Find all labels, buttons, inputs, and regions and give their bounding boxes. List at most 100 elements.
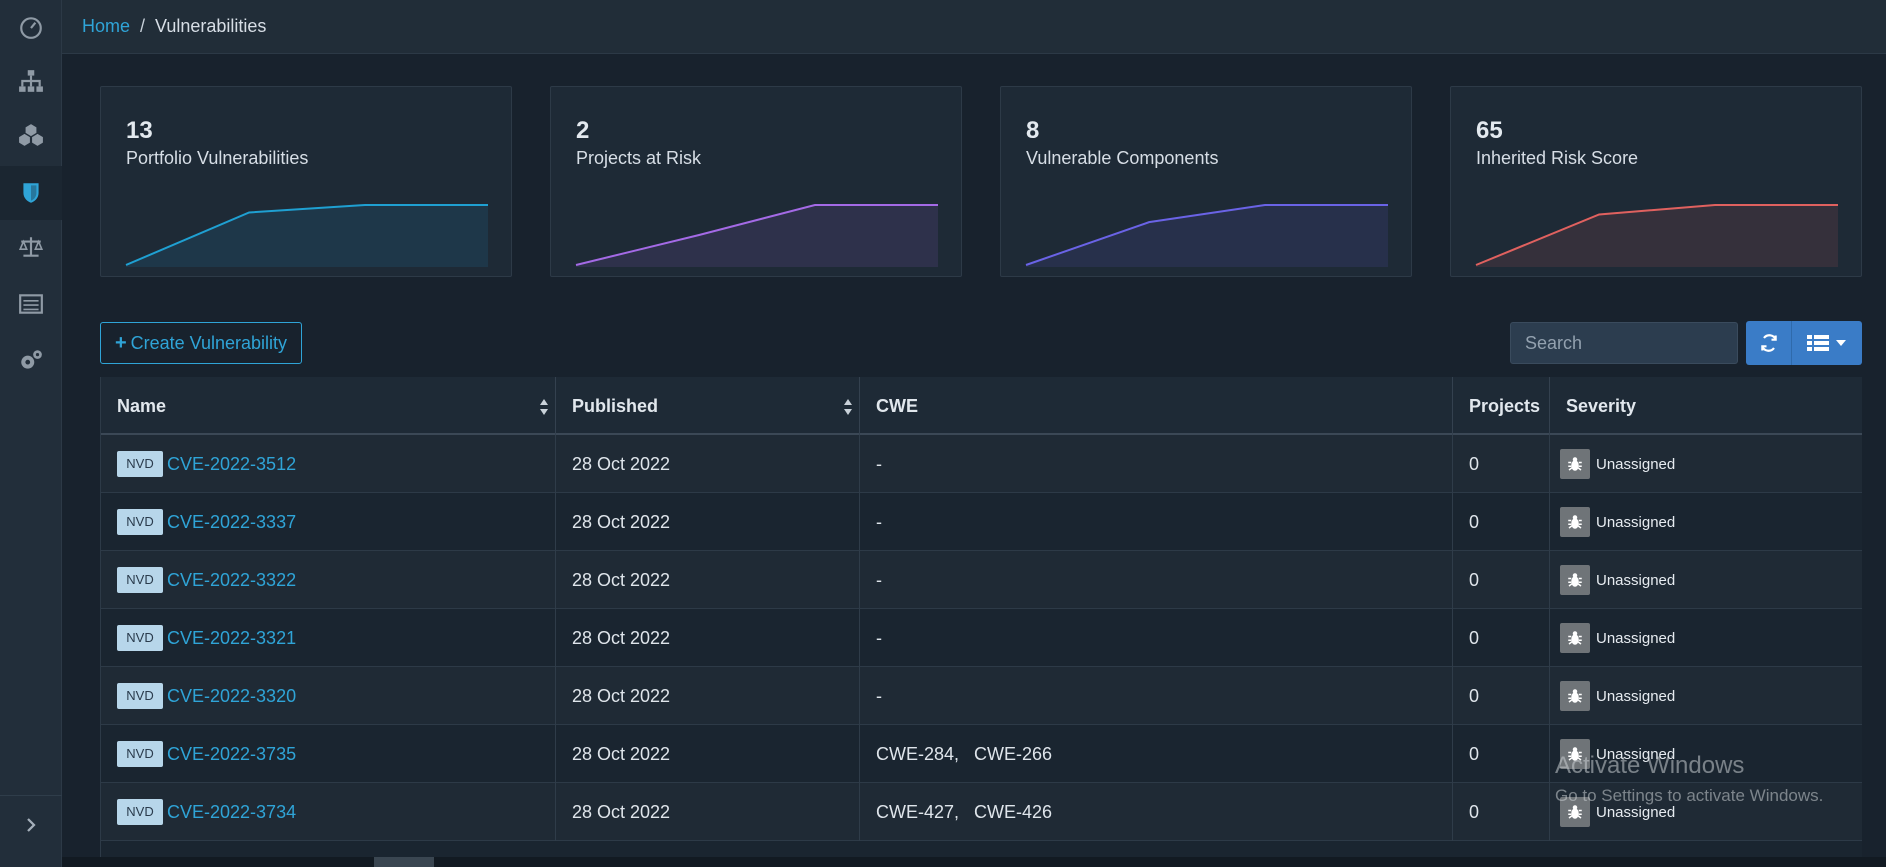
cve-link[interactable]: CVE-2022-3734	[167, 802, 296, 823]
column-header-label: Name	[117, 395, 167, 416]
severity-cell: Unassigned	[1550, 435, 1862, 493]
plus-icon: +	[114, 331, 127, 354]
column-header-severity[interactable]: Severity	[1550, 377, 1862, 435]
bug-icon	[1560, 507, 1590, 537]
columns-toggle-button[interactable]	[1792, 321, 1862, 365]
sidebar-divider	[0, 795, 62, 796]
card-projects-at-risk: 2 Projects at Risk	[550, 86, 962, 277]
sidebar-item-projects[interactable]	[0, 54, 62, 108]
name-cell: NVD CVE-2022-3512	[101, 435, 556, 493]
card-value: 2	[576, 117, 590, 144]
table-row[interactable]: NVD CVE-2022-3322 28 Oct 2022 - 0 Unassig…	[101, 551, 1862, 609]
name-cell: NVD CVE-2022-3321	[101, 609, 556, 667]
cve-link[interactable]: CVE-2022-3321	[167, 628, 296, 649]
breadcrumb: Home / Vulnerabilities	[62, 0, 1886, 54]
taskbar-item[interactable]	[374, 857, 434, 867]
caret-down-icon	[1836, 340, 1846, 346]
column-header-name[interactable]: Name	[101, 377, 556, 435]
severity-cell: Unassigned	[1550, 609, 1862, 667]
projects-cell: 0	[1453, 493, 1550, 551]
table-toolbar-buttons	[1746, 321, 1862, 365]
sidebar	[0, 0, 62, 867]
card-inherited-risk-score: 65 Inherited Risk Score	[1450, 86, 1862, 277]
cwe-cell: CWE-427, CWE-426	[860, 783, 1453, 841]
projects-cell: 0	[1453, 725, 1550, 783]
create-vulnerability-label: Create Vulnerability	[130, 332, 288, 353]
sparkline-area	[1476, 205, 1838, 267]
bug-icon	[1560, 449, 1590, 479]
sidebar-item-dashboard[interactable]	[0, 0, 62, 54]
trend-sparkline	[1025, 204, 1388, 267]
source-badge: NVD	[117, 799, 163, 825]
table-header: Name Published CWE Projects Severity	[101, 377, 1862, 435]
trend-sparkline	[125, 204, 488, 267]
card-label: Inherited Risk Score	[1476, 148, 1639, 168]
activate-windows-watermark-title: Activate Windows	[1555, 752, 1745, 779]
cwe-cell: -	[860, 435, 1453, 493]
severity-label: Unassigned	[1596, 803, 1676, 821]
severity-label: Unassigned	[1596, 455, 1676, 473]
published-cell: 28 Oct 2022	[556, 725, 860, 783]
projects-cell: 0	[1453, 609, 1550, 667]
card-value: 13	[126, 117, 153, 144]
table-row[interactable]: NVD CVE-2022-3320 28 Oct 2022 - 0 Unassig…	[101, 667, 1862, 725]
refresh-button[interactable]	[1746, 321, 1792, 365]
severity-cell: Unassigned	[1550, 667, 1862, 725]
search-input[interactable]	[1510, 322, 1738, 364]
published-cell: 28 Oct 2022	[556, 435, 860, 493]
activate-windows-watermark-subtitle: Go to Settings to activate Windows.	[1555, 786, 1824, 805]
chevron-right-icon	[27, 818, 36, 832]
column-header-published[interactable]: Published	[556, 377, 860, 435]
cwe-cell: -	[860, 493, 1453, 551]
column-header-projects[interactable]: Projects	[1453, 377, 1550, 435]
breadcrumb-separator: /	[140, 16, 146, 36]
card-value: 8	[1026, 117, 1040, 144]
cve-link[interactable]: CVE-2022-3735	[167, 744, 296, 765]
cve-link[interactable]: CVE-2022-3320	[167, 686, 296, 707]
column-header-cwe[interactable]: CWE	[860, 377, 1453, 435]
severity-cell: Unassigned	[1550, 493, 1862, 551]
name-cell: NVD CVE-2022-3734	[101, 783, 556, 841]
cve-link[interactable]: CVE-2022-3337	[167, 512, 296, 533]
published-cell: 28 Oct 2022	[556, 783, 860, 841]
column-header-label: Severity	[1566, 395, 1637, 416]
projects-cell: 0	[1453, 667, 1550, 725]
card-value: 65	[1476, 117, 1503, 144]
published-cell: 28 Oct 2022	[556, 493, 860, 551]
sparkline-area	[126, 205, 488, 267]
sidebar-item-administration[interactable]	[0, 333, 62, 387]
cve-link[interactable]: CVE-2022-3322	[167, 570, 296, 591]
refresh-icon	[1760, 334, 1777, 352]
bug-icon	[1560, 565, 1590, 595]
projects-hierarchy-icon	[19, 70, 43, 92]
sidebar-item-licenses[interactable]	[0, 220, 62, 274]
source-badge: NVD	[117, 451, 163, 477]
table-row[interactable]: NVD CVE-2022-3321 28 Oct 2022 - 0 Unassig…	[101, 609, 1862, 667]
projects-cell: 0	[1453, 435, 1550, 493]
name-cell: NVD CVE-2022-3735	[101, 725, 556, 783]
sidebar-item-vulnerabilities[interactable]	[0, 166, 62, 220]
name-cell: NVD CVE-2022-3320	[101, 667, 556, 725]
source-badge: NVD	[117, 683, 163, 709]
breadcrumb-home-link[interactable]: Home	[82, 16, 130, 37]
sidebar-toggle-button[interactable]	[0, 800, 62, 850]
source-badge: NVD	[117, 509, 163, 535]
cwe-cell: -	[860, 667, 1453, 725]
table-row[interactable]: NVD CVE-2022-3337 28 Oct 2022 - 0 Unassig…	[101, 493, 1862, 551]
severity-cell: Unassigned	[1550, 551, 1862, 609]
severity-label: Unassigned	[1596, 571, 1676, 589]
card-label: Vulnerable Components	[1026, 148, 1219, 168]
source-badge: NVD	[117, 625, 163, 651]
cve-link[interactable]: CVE-2022-3512	[167, 454, 296, 475]
dashboard-icon	[20, 17, 42, 39]
sparkline-area	[576, 205, 938, 267]
table-row[interactable]: NVD CVE-2022-3512 28 Oct 2022 - 0 Unassig…	[101, 435, 1862, 493]
breadcrumb-current: Vulnerabilities	[155, 16, 267, 36]
sort-icon	[540, 399, 548, 415]
source-badge: NVD	[117, 741, 163, 767]
create-vulnerability-button[interactable]: + Create Vulnerability	[100, 322, 302, 364]
vulnerabilities-shield-icon	[23, 183, 39, 203]
sidebar-item-components[interactable]	[0, 108, 62, 162]
cwe-cell: CWE-284, CWE-266	[860, 725, 1453, 783]
sidebar-item-policy[interactable]	[0, 277, 62, 331]
